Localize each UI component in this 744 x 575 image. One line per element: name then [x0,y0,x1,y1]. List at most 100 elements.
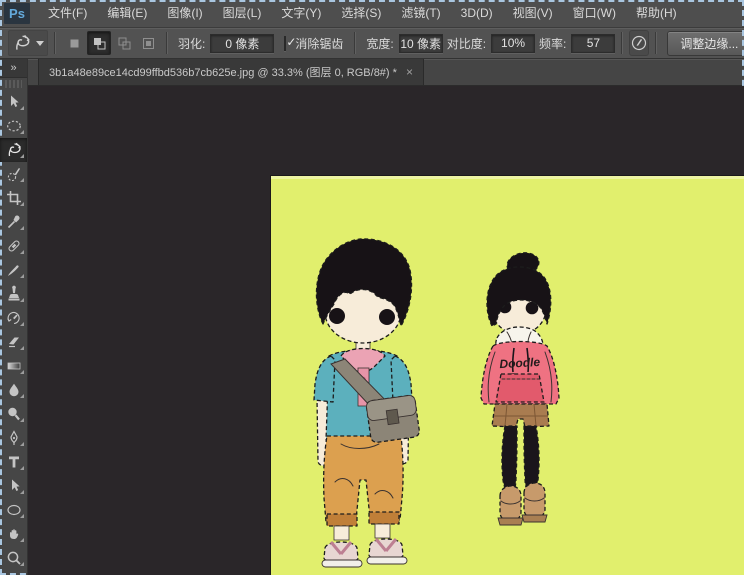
path-selection-tool[interactable] [0,474,27,498]
panel-collapse-button[interactable]: » [0,59,27,78]
add-to-selection-button[interactable] [87,31,111,55]
menu-item[interactable]: 选择(S) [331,0,391,27]
menu-item[interactable]: 视图(V) [503,0,563,27]
menu-item[interactable]: 帮助(H) [626,0,687,27]
clone-stamp-icon [5,285,23,303]
brush-tool[interactable] [0,258,27,282]
menu-item[interactable]: 文件(F) [38,0,97,27]
history-brush-icon [5,309,23,327]
eyedropper-tool[interactable] [0,210,27,234]
clone-stamp-tool[interactable] [0,282,27,306]
eyedropper-icon [5,213,23,231]
pen-icon [5,429,23,447]
photoshop-window: Ps 文件(F)编辑(E)图像(I)图层(L)文字(Y)选择(S)滤镜(T)3D… [0,0,744,575]
antialias-label: 消除锯齿 [295,35,343,52]
artwork: Doodle Jump [271,176,744,575]
antialias-checkbox[interactable] [284,36,286,51]
blur-tool[interactable] [0,378,27,402]
width-input[interactable]: 10 像素 [399,34,443,53]
dropdown-caret-icon [36,41,44,46]
crop-tool[interactable] [0,186,27,210]
canvas-area[interactable]: Doodle Jump [28,86,744,575]
gradient-tool[interactable] [0,354,27,378]
right-boot [522,483,547,522]
tab-close-icon[interactable]: × [406,66,413,78]
separator [655,32,657,54]
intersect-selection-icon [140,35,157,52]
zoom-tool[interactable] [0,546,27,570]
feather-input[interactable]: 0 像素 [210,34,274,53]
document-tab[interactable]: 3b1a48e89ce14cd99ffbd536b7cb625e.jpg @ 3… [38,59,424,85]
girl-character: Doodle Jump [481,250,559,525]
tablet-pressure-button[interactable] [629,30,649,56]
tool-list [0,90,27,570]
add-to-selection-icon [91,35,108,52]
frequency-input[interactable]: 57 [571,34,615,53]
hand-tool[interactable] [0,522,27,546]
separator [621,32,623,54]
magnetic-lasso-tool[interactable] [0,138,27,162]
right-sandal [367,539,407,564]
menu-item[interactable]: 图像(I) [157,0,212,27]
document-tab-title: 3b1a48e89ce14cd99ffbd536b7cb625e.jpg @ 3… [49,64,397,80]
move-icon [5,93,23,111]
width-label: 宽度: [366,35,393,52]
feather-label: 羽化: [178,35,205,52]
left-sandal [322,542,362,567]
new-selection-icon [66,35,83,52]
subtract-from-selection-button[interactable] [113,32,135,54]
magnetic-lasso-icon [5,141,23,159]
shape-icon [5,501,23,519]
zoom-icon [5,549,23,567]
menu-item[interactable]: 3D(D) [451,0,503,27]
tablet-pressure-icon [630,34,648,52]
tool-preset-picker[interactable] [8,30,48,56]
type-tool[interactable] [0,450,27,474]
separator [354,32,356,54]
gradient-icon [5,357,23,375]
eraser-icon [5,333,23,351]
subtract-from-selection-icon [116,35,133,52]
quick-selection-icon [5,165,23,183]
hand-icon [5,525,23,543]
menu-item[interactable]: 编辑(E) [97,0,157,27]
brush-icon [5,261,23,279]
boy-character [314,239,420,567]
blur-icon [5,381,23,399]
tool-options-bar: 羽化: 0 像素 消除锯齿 宽度: 10 像素 对比度: 10% 频率: 57 … [0,28,744,59]
move-tool[interactable] [0,90,27,114]
magnetic-lasso-icon [12,33,32,53]
menu-item[interactable]: 文字(Y) [271,0,331,27]
crop-icon [5,189,23,207]
history-brush-tool[interactable] [0,306,27,330]
contrast-input[interactable]: 10% [491,34,535,53]
document-tab-bar: 3b1a48e89ce14cd99ffbd536b7cb625e.jpg @ 3… [28,59,744,86]
dodge-tool[interactable] [0,402,27,426]
menu-item[interactable]: 窗口(W) [563,0,626,27]
intersect-selection-button[interactable] [137,32,159,54]
menu-item[interactable]: 滤镜(T) [391,0,450,27]
photoshop-logo: Ps [4,3,30,24]
new-selection-button[interactable] [63,32,85,54]
contrast-label: 对比度: [447,35,486,52]
dodge-icon [5,405,23,423]
menu-item[interactable]: 图层(L) [213,0,272,27]
separator [54,32,56,54]
shape-tool[interactable] [0,498,27,522]
panel-grip[interactable] [5,80,22,88]
elliptical-marquee-tool[interactable] [0,114,27,138]
spot-healing-tool[interactable] [0,234,27,258]
separator [166,32,168,54]
frequency-label: 频率: [539,35,566,52]
quick-selection-tool[interactable] [0,162,27,186]
tools-panel: » [0,59,28,575]
pen-tool[interactable] [0,426,27,450]
left-boot [498,486,523,525]
path-selection-icon [5,477,23,495]
eraser-tool[interactable] [0,330,27,354]
refine-edge-button[interactable]: 调整边缘... [667,31,744,56]
menu-bar: Ps 文件(F)编辑(E)图像(I)图层(L)文字(Y)选择(S)滤镜(T)3D… [0,0,744,28]
type-icon [5,453,23,471]
messenger-bag [366,395,420,443]
document-image[interactable]: Doodle Jump [271,176,744,575]
